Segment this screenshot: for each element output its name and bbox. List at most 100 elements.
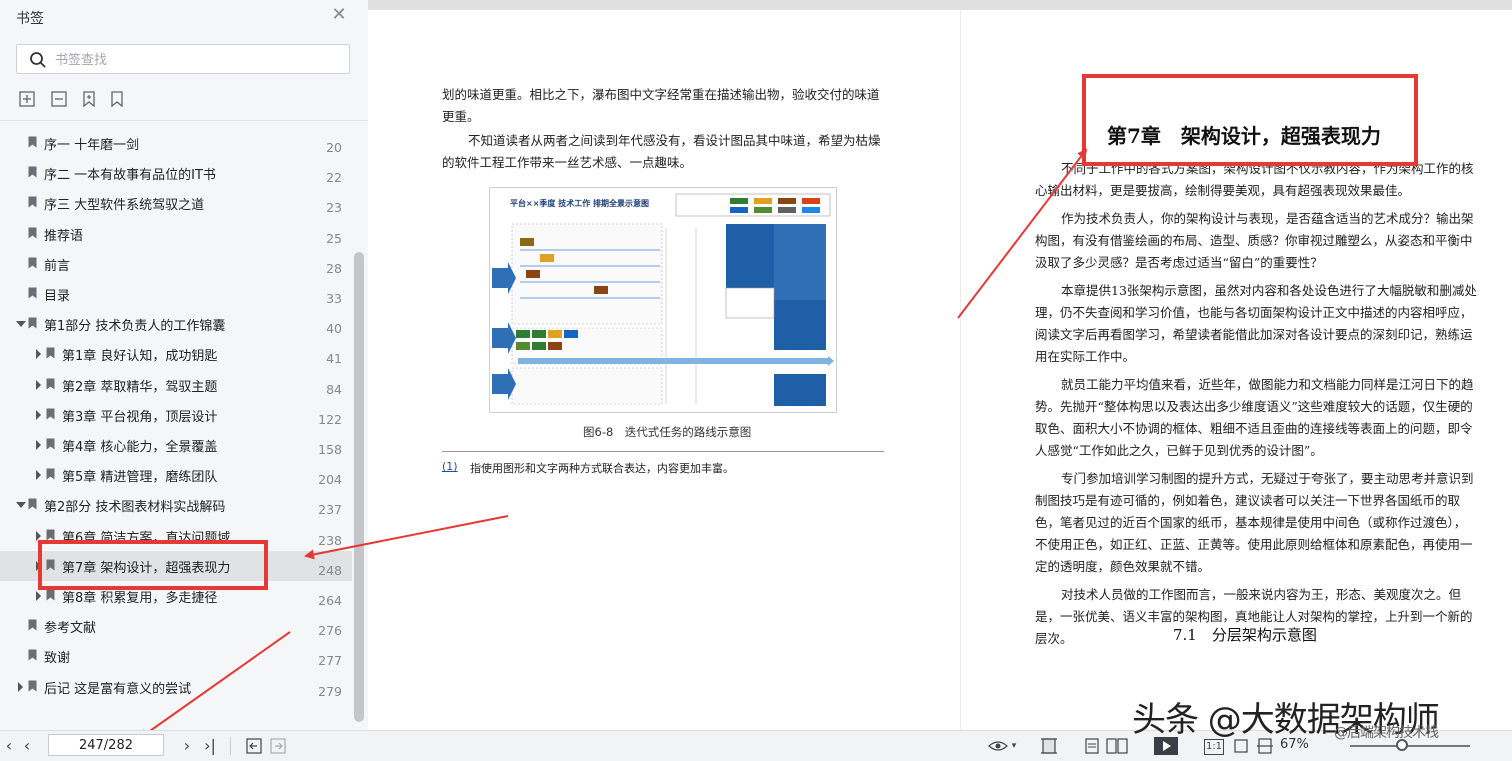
page-left: 划的味道更重。相比之下，瀑布图中文字经常重在描述输出物，验收交付的味道更重。 不… — [368, 10, 960, 730]
bookmark-icon — [46, 347, 55, 359]
caret-right-icon[interactable] — [36, 409, 41, 420]
bookmark-page: 41 — [326, 351, 342, 367]
bookmark-search-input[interactable] — [53, 49, 337, 71]
footnote-link[interactable]: (1) — [442, 460, 458, 473]
left-paragraph-2: 不知道读者从两者之间读到年代感没有，看设计图品其中味道，希望为枯燥的软件工程工作… — [442, 133, 881, 170]
bookmark-page: 264 — [318, 593, 342, 608]
bookmark-page: 22 — [326, 170, 342, 186]
add-bookmark-icon[interactable] — [80, 90, 98, 108]
bookmark-item[interactable]: 参考文献 276 — [0, 611, 352, 641]
section-title: 7.1 分层架构示意图 — [1173, 626, 1317, 644]
annotation-box-bookmark — [38, 540, 268, 590]
annotation-box-chapter-title — [1082, 74, 1418, 166]
bookmark-icon — [28, 136, 37, 148]
bookmark-label: 序二 一本有故事有品位的IT书 — [44, 168, 216, 184]
chapter-paragraph: 专门参加培训学习制图的提升方式，无疑过于夸张了，要主动思考并意识到制图技巧是有迹… — [1035, 471, 1474, 574]
bookmark-label: 第3章 平台视角，顶层设计 — [62, 409, 218, 425]
two-page-view-icon[interactable] — [1106, 736, 1128, 756]
bookmark-label: 第5章 精进管理，磨练团队 — [62, 470, 218, 486]
bookmark-icon — [46, 529, 55, 541]
bookmark-page: 84 — [326, 381, 342, 397]
bookmark-page: 25 — [326, 230, 342, 246]
bookmark-label: 目录 — [44, 289, 71, 304]
bookmark-item[interactable]: 序二 一本有故事有品位的IT书 22 — [0, 158, 352, 188]
sidebar-divider — [0, 120, 368, 121]
bookmark-page: 28 — [326, 260, 342, 276]
caret-down-icon[interactable] — [16, 321, 26, 328]
bookmark-item[interactable]: 第1部分 技术负责人的工作锦囊 40 — [0, 309, 352, 339]
bookmark-item[interactable]: 第2章 萃取精华，驾驭主题 84 — [0, 370, 352, 400]
bookmark-search — [16, 44, 350, 74]
bookmark-label: 第2章 萃取精华，驾驭主题 — [62, 379, 218, 395]
bookmark-page: 276 — [318, 623, 342, 639]
bookmark-icon — [28, 257, 37, 269]
chevron-down-icon[interactable]: ▾ — [1010, 736, 1018, 756]
actual-size-icon[interactable]: 1:1 — [1204, 739, 1224, 755]
watermark: 头条 @大数据架构师 @后端架构技术栈 — [1132, 692, 1440, 741]
bookmark-page: 277 — [318, 653, 342, 669]
next-page-icon[interactable]: › — [180, 736, 194, 756]
search-icon — [30, 52, 46, 68]
sidebar-scrollbar[interactable] — [354, 252, 364, 722]
bookmark-item[interactable]: 第3章 平台视角，顶层设计 122 — [0, 400, 352, 430]
bookmark-label: 第4章 核心能力，全景覆盖 — [62, 440, 218, 455]
document-view-icon[interactable] — [1084, 736, 1100, 756]
bookmark-page: 20 — [326, 140, 342, 155]
bookmark-page: 33 — [326, 291, 342, 306]
caret-down-icon[interactable] — [16, 502, 26, 509]
page-top-gap — [368, 0, 1512, 10]
last-page-icon[interactable]: ›| — [202, 736, 218, 756]
caret-right-icon[interactable] — [36, 349, 41, 360]
footnote-text: 指使用图形和文字两种方式联合表达，内容更加丰富。 — [470, 462, 734, 475]
bookmark-label: 第1章 良好认知，成功钥匙 — [62, 349, 218, 365]
roadmap-figure: 平台××季度 技术工作 排期全景示意图 — [489, 187, 837, 413]
expand-all-icon[interactable] — [18, 90, 36, 108]
caret-right-icon[interactable] — [36, 379, 41, 390]
remove-bookmark-icon[interactable] — [108, 90, 126, 108]
bookmark-icon — [28, 619, 37, 631]
single-page-view-icon[interactable] — [1040, 736, 1058, 756]
bookmark-icon — [28, 498, 37, 510]
bookmark-label: 推荐语 — [44, 228, 84, 244]
bookmark-item[interactable]: 序三 大型软件系统驾驭之道 23 — [0, 188, 352, 218]
bookmark-page: 248 — [318, 562, 342, 578]
collapse-all-icon[interactable] — [50, 90, 68, 108]
toolbar-separator — [230, 737, 231, 755]
page-number-input[interactable] — [48, 734, 164, 756]
bookmark-page: 40 — [326, 321, 342, 337]
bookmark-item[interactable]: 第5章 精进管理，磨练团队 204 — [0, 460, 352, 490]
bookmark-item[interactable]: 后记 这是富有意义的尝试 279 — [0, 672, 352, 702]
caret-right-icon[interactable] — [36, 440, 41, 450]
bookmark-page: 204 — [318, 472, 342, 488]
bookmark-item[interactable]: 致谢 277 — [0, 641, 352, 671]
caret-right-icon[interactable] — [36, 470, 41, 481]
bookmark-item[interactable]: 前言 28 — [0, 249, 352, 279]
bookmark-item[interactable]: 第1章 良好认知，成功钥匙 41 — [0, 339, 352, 369]
chapter-body: 不同于工作中的各式方案图，架构设计图不仅示教内容，作为架构工作的核心输出材料，更… — [1035, 158, 1477, 656]
bookmark-page: 158 — [318, 442, 342, 457]
bookmark-page: 23 — [326, 200, 342, 216]
close-icon[interactable]: ✕ — [330, 6, 348, 24]
bookmark-label: 致谢 — [44, 651, 71, 667]
bookmark-page: 237 — [318, 502, 342, 518]
bookmark-label: 后记 这是富有意义的尝试 — [44, 681, 192, 697]
eye-icon[interactable] — [988, 736, 1008, 756]
bookmark-icon — [46, 408, 55, 420]
bookmark-icon — [28, 317, 37, 329]
prev-page-icon[interactable]: ‹ — [20, 736, 34, 756]
bookmark-page: 238 — [318, 532, 342, 548]
bookmark-item[interactable]: 序一 十年磨一剑 20 — [0, 128, 352, 158]
bookmark-item[interactable]: 推荐语 25 — [0, 219, 352, 249]
caret-right-icon[interactable] — [18, 681, 23, 692]
zoom-slider-track[interactable] — [1350, 745, 1470, 747]
bookmark-icon — [28, 287, 37, 299]
bookmark-item[interactable]: 目录 33 — [0, 279, 352, 309]
bookmark-item[interactable]: 第4章 核心能力，全景覆盖 158 — [0, 430, 352, 460]
bookmark-icon — [28, 649, 37, 661]
first-page-icon[interactable]: ‹ — [2, 736, 16, 756]
bookmark-item[interactable]: 第2部分 技术图表材料实战解码 237 — [0, 490, 352, 520]
left-paragraph-1: 划的味道更重。相比之下，瀑布图中文字经常重在描述输出物，验收交付的味道更重。 — [442, 87, 880, 124]
caret-right-icon[interactable] — [36, 591, 41, 601]
back-icon[interactable] — [246, 736, 262, 756]
forward-icon[interactable] — [270, 736, 286, 756]
